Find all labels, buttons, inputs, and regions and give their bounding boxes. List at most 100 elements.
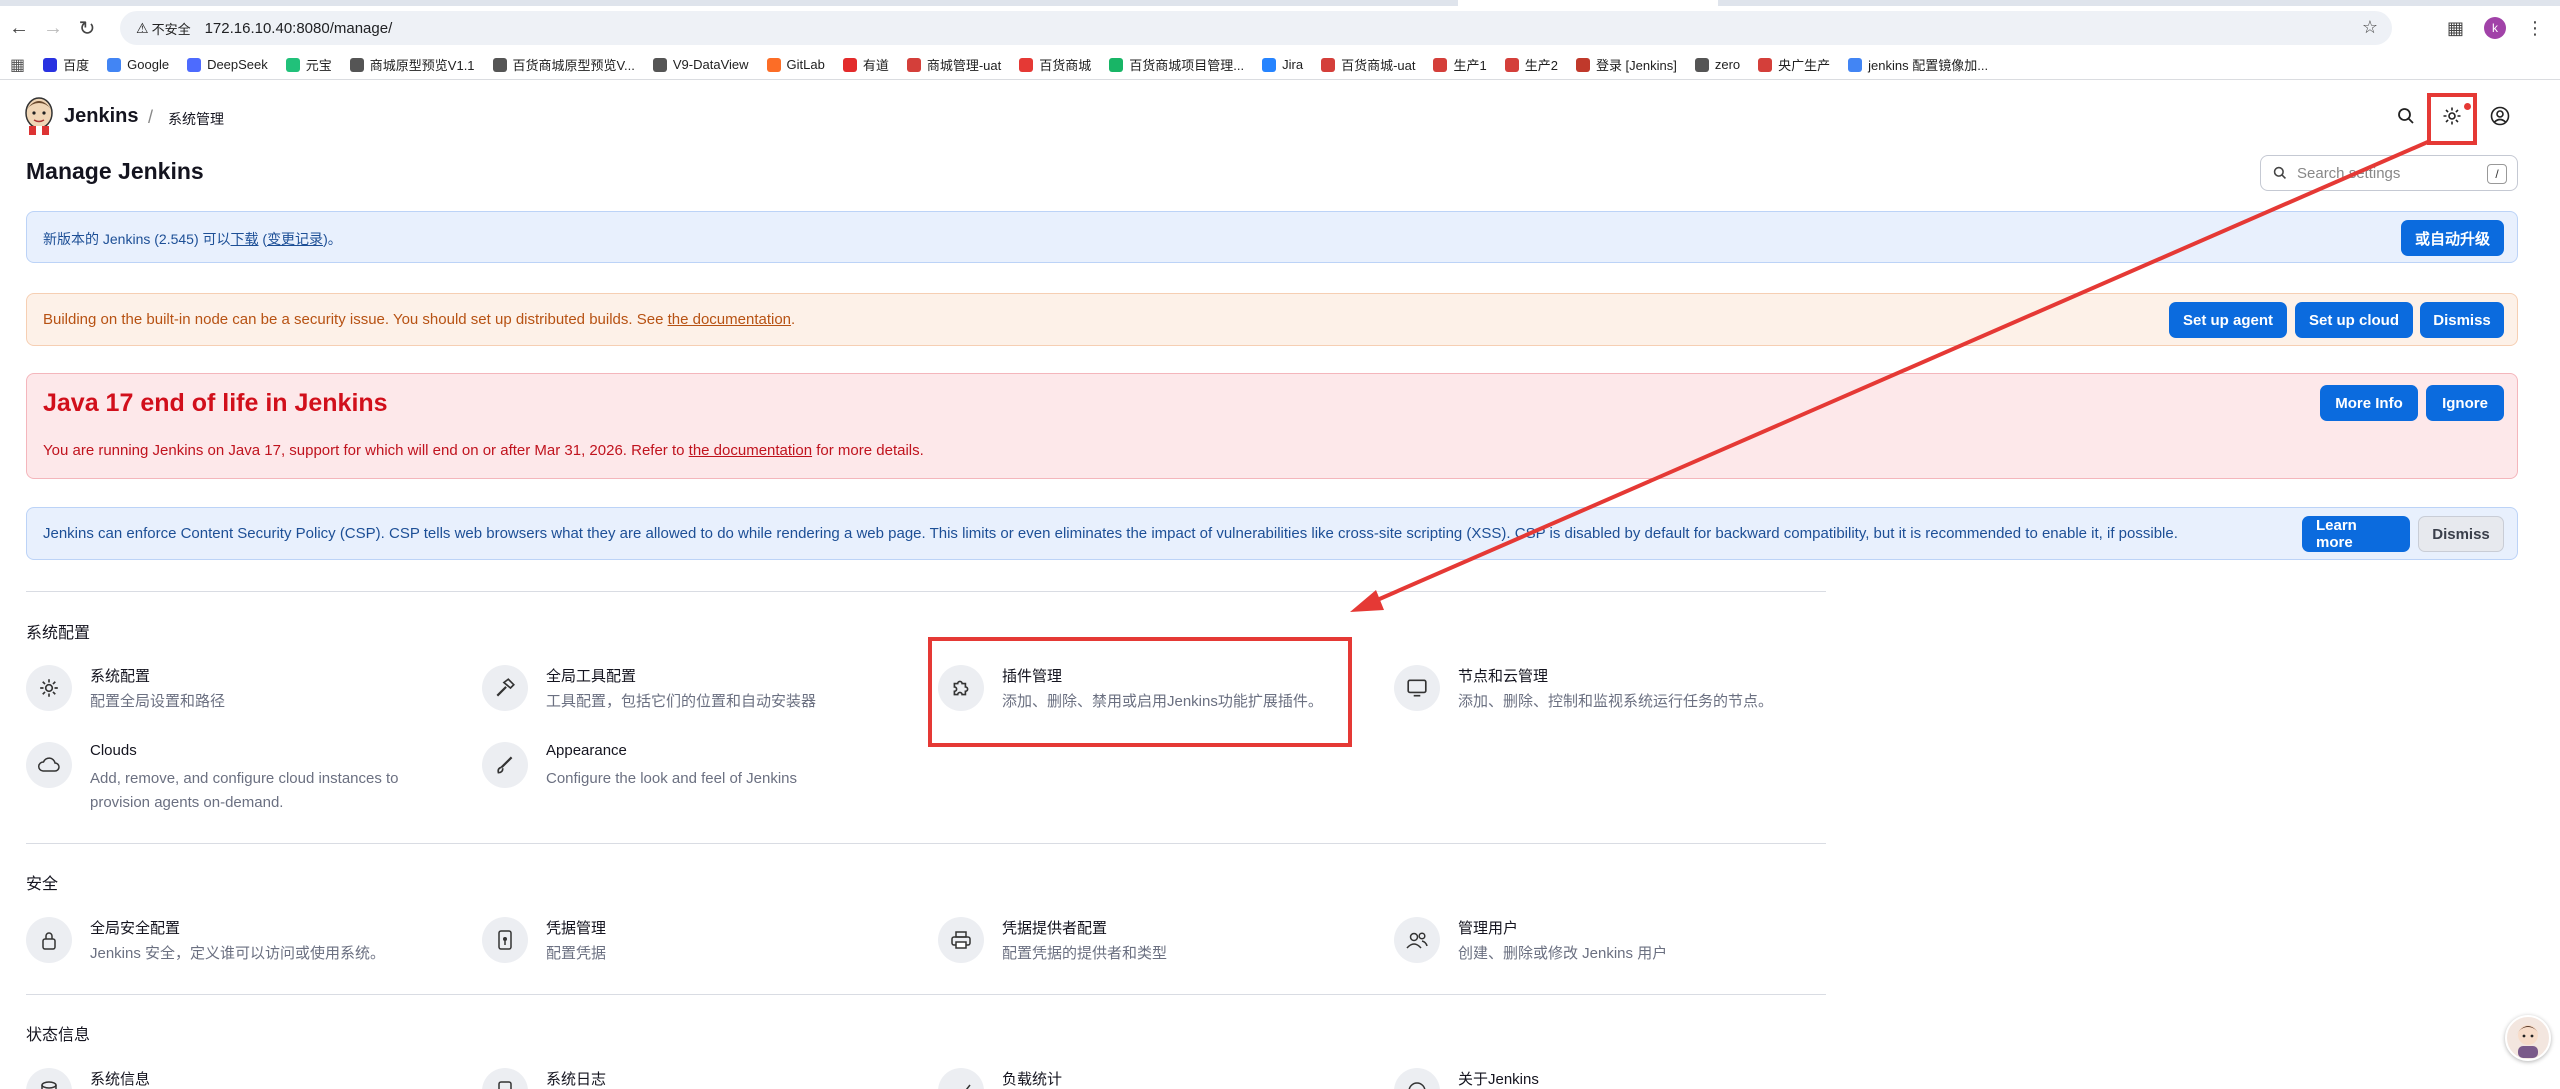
jenkins-logo-icon[interactable] xyxy=(22,95,56,135)
credentials-item[interactable]: 凭据管理 配置凭据 xyxy=(482,917,922,977)
system-config-item[interactable]: 系统配置 配置全局设置和路径 xyxy=(26,665,466,725)
item-name: Appearance xyxy=(546,742,627,759)
item-desc: Jenkins 安全，定义谁可以访问或使用系统。 xyxy=(90,945,386,962)
bookmark-item[interactable]: 元宝 xyxy=(285,55,332,74)
bookmark-label: 百货商城项目管理... xyxy=(1129,58,1245,73)
bookmark-item[interactable]: 百货商城 xyxy=(1019,55,1091,74)
bookmark-item[interactable]: 生产1 xyxy=(1433,55,1487,74)
bookmark-item[interactable]: jenkins 配置镜像加... xyxy=(1848,55,1988,74)
bookmark-item[interactable]: 央广生产 xyxy=(1758,55,1830,74)
search-icon xyxy=(2273,166,2286,179)
about-jenkins-item[interactable]: 关于Jenkins xyxy=(1394,1068,1834,1089)
bookmark-item[interactable]: 百度 xyxy=(43,55,89,74)
forward-icon[interactable]: → xyxy=(38,13,68,43)
bookmark-label: V9-DataView xyxy=(672,57,749,72)
menu-icon[interactable]: ⋮ xyxy=(2526,18,2544,39)
browser-toolbar: ← → ↻ ⚠ 不安全 172.16.10.40:8080/manage/ ☆ … xyxy=(0,6,2560,50)
notification-dot xyxy=(2464,103,2471,110)
bookmark-item[interactable]: DeepSeek xyxy=(187,57,268,72)
bookmark-item[interactable]: Jira xyxy=(1262,57,1303,72)
bookmark-item[interactable]: 百货商城-uat xyxy=(1321,55,1415,74)
manage-users-item[interactable]: 管理用户 创建、删除或修改 Jenkins 用户 xyxy=(1394,917,1834,977)
profile-avatar[interactable]: k xyxy=(2484,17,2506,39)
load-statistics-item[interactable]: 负载统计 xyxy=(938,1068,1378,1089)
bookmark-item[interactable]: Google xyxy=(107,57,169,72)
dismiss-builtin-button[interactable]: Dismiss xyxy=(2420,302,2504,338)
bookmark-item[interactable]: GitLab xyxy=(766,57,825,72)
download-link[interactable]: 下载 xyxy=(231,231,259,247)
section-title-status: 状态信息 xyxy=(26,1027,91,1044)
bookmark-item[interactable]: 商城管理-uat xyxy=(906,55,1002,74)
bookmark-star-icon[interactable]: ☆ xyxy=(2362,17,2378,38)
bookmark-item[interactable]: 登录 [Jenkins] xyxy=(1575,55,1677,74)
security-label: 不安全 xyxy=(151,21,191,37)
extensions-icon[interactable]: ▦ xyxy=(2447,18,2464,39)
item-name: 负载统计 xyxy=(1002,1071,1063,1088)
more-info-button[interactable]: More Info xyxy=(2320,385,2418,421)
bookmark-favicon-icon xyxy=(1109,57,1124,72)
credential-providers-item[interactable]: 凭据提供者配置 配置凭据的提供者和类型 xyxy=(938,917,1378,977)
set-up-cloud-button[interactable]: Set up cloud xyxy=(2295,302,2413,338)
back-icon[interactable]: ← xyxy=(4,13,34,43)
item-name: 系统日志 xyxy=(546,1071,607,1088)
documentation-link[interactable]: the documentation xyxy=(668,311,791,328)
bookmark-label: jenkins 配置镜像加... xyxy=(1868,58,1989,73)
bookmark-favicon-icon xyxy=(187,57,202,72)
system-log-item[interactable]: 系统日志 xyxy=(482,1068,922,1089)
bookmark-item[interactable]: V9-DataView xyxy=(652,57,749,72)
bookmark-item[interactable]: 有道 xyxy=(842,55,889,74)
bookmark-favicon-icon xyxy=(842,57,857,72)
changelog-link[interactable]: 变更记录 xyxy=(267,231,323,247)
apps-icon[interactable]: ▦ xyxy=(10,55,25,75)
global-security-item[interactable]: 全局安全配置 Jenkins 安全，定义谁可以访问或使用系统。 xyxy=(26,917,466,977)
reload-icon[interactable]: ↻ xyxy=(72,13,102,43)
java-eol-heading: Java 17 end of life in Jenkins xyxy=(43,389,388,417)
bookmark-item[interactable]: 商城原型预览V1.1 xyxy=(349,55,475,74)
dismiss-csp-button[interactable]: Dismiss xyxy=(2418,516,2504,552)
java-eol-banner: Java 17 end of life in Jenkins You are r… xyxy=(26,373,2518,479)
bookmark-label: 生产1 xyxy=(1453,58,1487,73)
bookmark-item[interactable]: zero xyxy=(1694,57,1740,72)
java-documentation-link[interactable]: the documentation xyxy=(689,442,812,459)
breadcrumb-manage[interactable]: 系统管理 xyxy=(168,109,224,129)
system-info-item[interactable]: 系统信息 xyxy=(26,1068,466,1089)
clouds-item[interactable]: Clouds Add, remove, and configure cloud … xyxy=(26,742,466,814)
bookmark-favicon-icon xyxy=(1019,57,1034,72)
update-banner: 新版本的 Jenkins (2.545) 可以下载 (变更记录)。 或自动升级 xyxy=(26,211,2518,263)
bookmark-item[interactable]: 百货商城原型预览V... xyxy=(492,55,635,74)
set-up-agent-button[interactable]: Set up agent xyxy=(2169,302,2287,338)
global-tool-config-item[interactable]: 全局工具配置 工具配置，包括它们的位置和自动安装器 xyxy=(482,665,922,725)
section-title-system-config: 系统配置 xyxy=(26,625,91,642)
bookmark-item[interactable]: 生产2 xyxy=(1504,55,1558,74)
item-name: 凭据提供者配置 xyxy=(1002,920,1108,937)
java-text-after: for more details. xyxy=(812,442,924,459)
user-account-icon[interactable] xyxy=(2487,103,2513,129)
item-desc: 工具配置，包括它们的位置和自动安装器 xyxy=(546,693,817,710)
builtin-text: Building on the built-in node can be a s… xyxy=(43,311,668,328)
url-text[interactable]: 172.16.10.40:8080/manage/ xyxy=(205,20,393,37)
ignore-button[interactable]: Ignore xyxy=(2426,385,2504,421)
bookmark-favicon-icon xyxy=(766,57,781,72)
search-settings-input[interactable]: Search settings / xyxy=(2260,155,2518,191)
bookmark-favicon-icon xyxy=(1575,57,1590,72)
bookmark-label: 元宝 xyxy=(305,58,332,73)
bookmark-label: GitLab xyxy=(786,57,825,72)
bookmark-favicon-icon xyxy=(1321,57,1336,72)
security-chip[interactable]: ⚠ 不安全 xyxy=(130,17,197,40)
item-name: 系统信息 xyxy=(90,1071,151,1088)
auto-upgrade-button[interactable]: 或自动升级 xyxy=(2401,220,2505,256)
bookmark-favicon-icon xyxy=(1433,57,1448,72)
bookmark-favicon-icon xyxy=(1262,57,1277,72)
item-name: 全局安全配置 xyxy=(90,920,181,937)
address-bar[interactable]: ⚠ 不安全 172.16.10.40:8080/manage/ ☆ xyxy=(120,11,2392,45)
nodes-clouds-item[interactable]: 节点和云管理 添加、删除、控制和监视系统运行任务的节点。 xyxy=(1394,665,1834,725)
item-desc: 配置凭据的提供者和类型 xyxy=(1002,945,1168,962)
bookmark-item[interactable]: 百货商城项目管理... xyxy=(1109,55,1244,74)
search-icon[interactable] xyxy=(2393,103,2419,129)
learn-more-button[interactable]: Learn more xyxy=(2302,516,2410,552)
brand-name[interactable]: Jenkins xyxy=(64,105,138,128)
bookmark-label: 商城管理-uat xyxy=(926,58,1002,73)
appearance-item[interactable]: Appearance Configure the look and feel o… xyxy=(482,742,922,802)
assistant-avatar-icon[interactable] xyxy=(2505,1015,2551,1061)
section-divider xyxy=(26,843,1826,844)
